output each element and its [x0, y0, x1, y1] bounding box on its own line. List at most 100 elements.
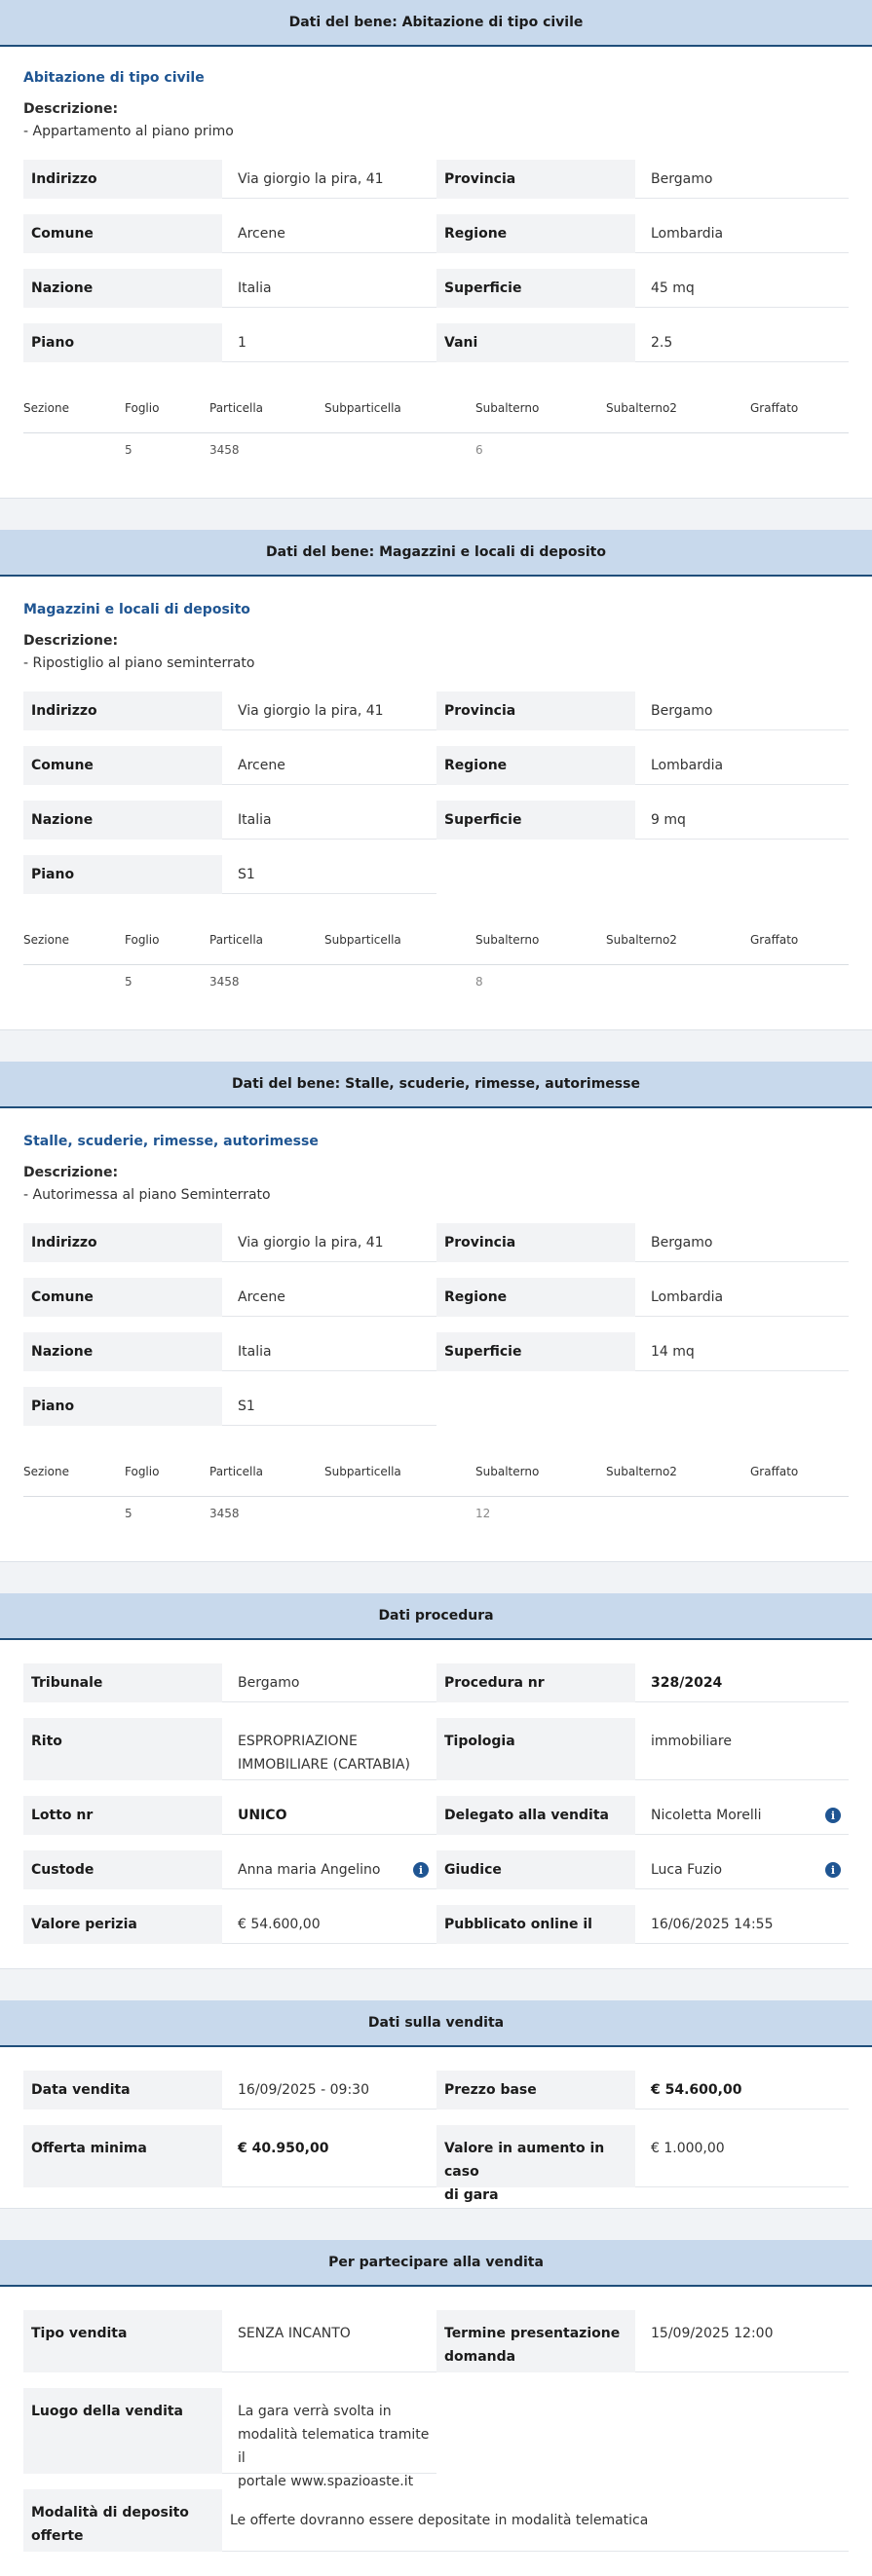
comune-value: Arcene: [222, 1278, 436, 1317]
delegato-info-icon[interactable]: i: [825, 1808, 841, 1823]
regione-label: Regione: [436, 746, 635, 785]
descrizione-label: Descrizione:: [23, 1165, 119, 1180]
catasto-divider: [23, 1496, 849, 1497]
nazione-label: Nazione: [23, 1332, 222, 1371]
catasto-foglio: 5: [125, 975, 133, 989]
catasto-foglio: 5: [125, 1507, 133, 1520]
piano-label: Piano: [23, 855, 222, 894]
catasto-header-particella: Particella: [209, 1465, 264, 1478]
section-header: Dati del bene: Magazzini e locali di dep…: [0, 530, 872, 577]
data-vendita-value: 16/09/2025 - 09:30: [222, 2071, 436, 2109]
aumento-value: € 1.000,00: [635, 2125, 849, 2187]
provincia-label: Provincia: [436, 160, 635, 199]
superficie-value: 14 mq: [635, 1332, 849, 1371]
indirizzo-value: Via giorgio la pira, 41: [222, 1223, 436, 1262]
regione-value: Lombardia: [635, 214, 849, 253]
indirizzo-label: Indirizzo: [23, 691, 222, 730]
delegato-label: Delegato alla vendita: [436, 1796, 635, 1835]
regione-value: Lombardia: [635, 746, 849, 785]
tribunale-value: Bergamo: [222, 1663, 436, 1702]
descrizione-label: Descrizione:: [23, 101, 119, 117]
catasto-header-foglio: Foglio: [125, 401, 160, 415]
regione-label: Regione: [436, 1278, 635, 1317]
pubblicato-label: Pubblicato online il: [436, 1905, 635, 1944]
superficie-label: Superficie: [436, 1332, 635, 1371]
rito-value: ESPROPRIAZIONE IMMOBILIARE (CARTABIA): [222, 1718, 436, 1780]
catasto-header-particella: Particella: [209, 401, 264, 415]
tipologia-label: Tipologia: [436, 1718, 635, 1780]
bene-section-abitazione: Dati del bene: Abitazione di tipo civile…: [0, 0, 872, 499]
nazione-value: Italia: [222, 801, 436, 840]
bene-section-magazzini: Dati del bene: Magazzini e locali di dep…: [0, 530, 872, 1030]
indirizzo-value: Via giorgio la pira, 41: [222, 691, 436, 730]
rito-line-1: ESPROPRIAZIONE: [238, 1734, 358, 1749]
delegato-value: Nicoletta Morelli: [635, 1796, 849, 1835]
piano-label: Piano: [23, 1387, 222, 1426]
section-header: Dati del bene: Abitazione di tipo civile: [0, 0, 872, 47]
partecipare-section: Per partecipare alla vendita Tipo vendit…: [0, 2240, 872, 2576]
bene-section-stalle: Dati del bene: Stalle, scuderie, rimesse…: [0, 1062, 872, 1562]
lotto-value: UNICO: [222, 1796, 436, 1835]
catasto-particella: 3458: [209, 443, 240, 457]
catasto-subalterno: 8: [475, 975, 483, 989]
modalita-label-line-1: Modalità di deposito: [31, 2505, 189, 2520]
indirizzo-label: Indirizzo: [23, 160, 222, 199]
nazione-label: Nazione: [23, 801, 222, 840]
catasto-header-sezione: Sezione: [23, 1465, 69, 1478]
offerta-minima-value: € 40.950,00: [222, 2125, 436, 2187]
descrizione-text: - Autorimessa al piano Seminterrato: [23, 1187, 271, 1203]
provincia-value: Bergamo: [635, 1223, 849, 1262]
indirizzo-value: Via giorgio la pira, 41: [222, 160, 436, 199]
catasto-subalterno: 6: [475, 443, 483, 457]
catasto-particella: 3458: [209, 1507, 240, 1520]
tipologia-value: immobiliare: [635, 1718, 849, 1780]
catasto-header-subalterno: Subalterno: [475, 1465, 540, 1478]
comune-label: Comune: [23, 1278, 222, 1317]
superficie-value: 9 mq: [635, 801, 849, 840]
tribunale-label: Tribunale: [23, 1663, 222, 1702]
catasto-header-subalterno: Subalterno: [475, 933, 540, 947]
aumento-label: Valore in aumento in caso di gara: [436, 2125, 635, 2203]
vani-label: Vani: [436, 323, 635, 362]
comune-value: Arcene: [222, 746, 436, 785]
bene-subtitle: Stalle, scuderie, rimesse, autorimesse: [23, 1134, 319, 1149]
section-header: Dati del bene: Stalle, scuderie, rimesse…: [0, 1062, 872, 1108]
rito-line-2: IMMOBILIARE (CARTABIA): [238, 1757, 410, 1773]
bene-subtitle: Abitazione di tipo civile: [23, 70, 205, 86]
giudice-info-icon[interactable]: i: [825, 1862, 841, 1878]
provincia-value: Bergamo: [635, 691, 849, 730]
procedura-section: Dati procedura Tribunale Bergamo Procedu…: [0, 1593, 872, 1969]
catasto-header-subalterno2: Subalterno2: [606, 933, 677, 947]
catasto-header-subalterno: Subalterno: [475, 401, 540, 415]
regione-value: Lombardia: [635, 1278, 849, 1317]
giudice-value: Luca Fuzio: [635, 1850, 849, 1889]
vani-value: 2.5: [635, 323, 849, 362]
descrizione-text: - Ripostiglio al piano seminterrato: [23, 655, 255, 671]
catasto-particella: 3458: [209, 975, 240, 989]
catasto-header-graffato: Graffato: [750, 933, 799, 947]
catasto-header-graffato: Graffato: [750, 401, 799, 415]
catasto-header-subparticella: Subparticella: [324, 1465, 401, 1478]
pubblicato-value: 16/06/2025 14:55: [635, 1905, 849, 1944]
provincia-label: Provincia: [436, 1223, 635, 1262]
catasto-header-sezione: Sezione: [23, 933, 69, 947]
catasto-foglio: 5: [125, 443, 133, 457]
piano-value: S1: [222, 855, 436, 894]
giudice-label: Giudice: [436, 1850, 635, 1889]
catasto-subalterno: 12: [475, 1507, 491, 1520]
termine-label-line-2: domanda: [444, 2349, 516, 2365]
comune-label: Comune: [23, 746, 222, 785]
aumento-label-line-2: di gara: [444, 2187, 499, 2203]
comune-label: Comune: [23, 214, 222, 253]
nazione-value: Italia: [222, 269, 436, 308]
catasto-header-subparticella: Subparticella: [324, 401, 401, 415]
catasto-header-graffato: Graffato: [750, 1465, 799, 1478]
section-header: Per partecipare alla vendita: [0, 2240, 872, 2287]
superficie-value: 45 mq: [635, 269, 849, 308]
luogo-line-1: La gara verrà svolta in: [238, 2404, 392, 2419]
prezzo-base-value: € 54.600,00: [635, 2071, 849, 2109]
piano-value: 1: [222, 323, 436, 362]
termine-label-line-1: Termine presentazione: [444, 2326, 621, 2341]
termine-value: 15/09/2025 12:00: [635, 2310, 849, 2372]
custode-info-icon[interactable]: i: [413, 1862, 429, 1878]
